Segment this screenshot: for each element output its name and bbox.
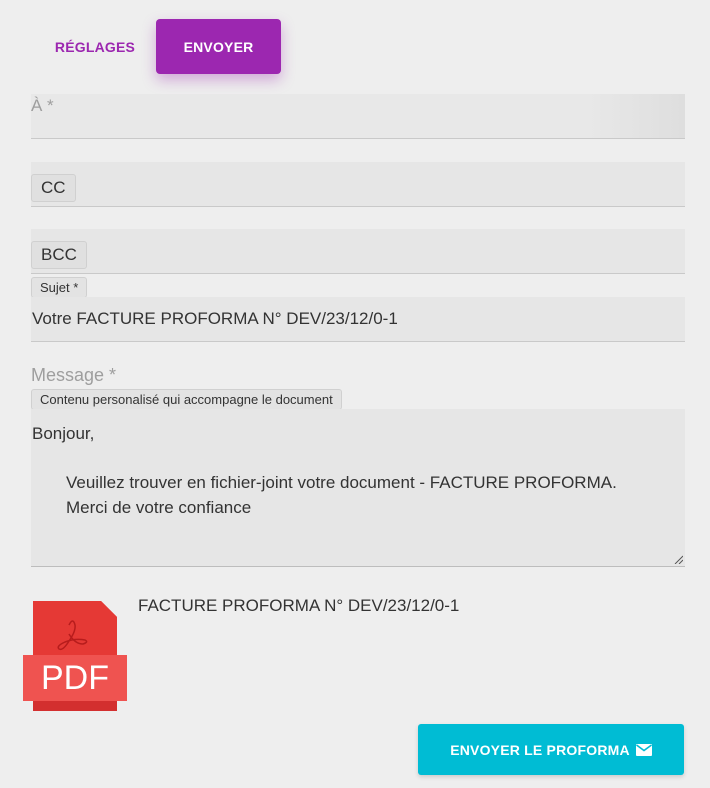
message-body: Bonjour, Veuillez trouver en fichier-joi… xyxy=(32,421,617,520)
attachment-name[interactable]: FACTURE PROFORMA N° DEV/23/12/0-1 xyxy=(138,596,459,616)
message-label: Message * xyxy=(31,365,117,385)
tab-send[interactable]: ENVOYER xyxy=(156,19,281,74)
message-line-body: Veuillez trouver en fichier-joint votre … xyxy=(66,473,617,492)
resize-handle-icon[interactable] xyxy=(673,554,683,564)
send-proforma-button[interactable]: ENVOYER LE PROFORMA xyxy=(418,724,684,775)
cc-label: CC xyxy=(31,174,76,202)
subject-value: Votre FACTURE PROFORMA N° DEV/23/12/0-1 xyxy=(32,309,398,328)
subject-label: Sujet * xyxy=(31,277,88,298)
mail-icon xyxy=(635,743,652,756)
cc-field[interactable]: CC xyxy=(31,162,685,207)
send-proforma-label: ENVOYER LE PROFORMA xyxy=(450,741,630,758)
tab-settings[interactable]: RÉGLAGES xyxy=(35,19,155,74)
to-field[interactable]: À * xyxy=(31,94,685,139)
pdf-badge: PDF xyxy=(41,659,109,697)
pdf-file-icon[interactable]: PDF xyxy=(23,601,127,711)
message-line-thanks: Merci de votre confiance xyxy=(66,498,252,517)
to-label: À * xyxy=(31,96,54,115)
tab-bar: RÉGLAGES ENVOYER xyxy=(35,19,281,74)
message-hint: Contenu personalisé qui accompagne le do… xyxy=(31,389,342,410)
message-line-greeting: Bonjour, xyxy=(32,424,95,443)
bcc-label: BCC xyxy=(31,241,87,269)
subject-field[interactable]: Votre FACTURE PROFORMA N° DEV/23/12/0-1 xyxy=(31,297,685,342)
bcc-field[interactable]: BCC xyxy=(31,229,685,274)
message-textarea[interactable]: Bonjour, Veuillez trouver en fichier-joi… xyxy=(31,409,685,567)
